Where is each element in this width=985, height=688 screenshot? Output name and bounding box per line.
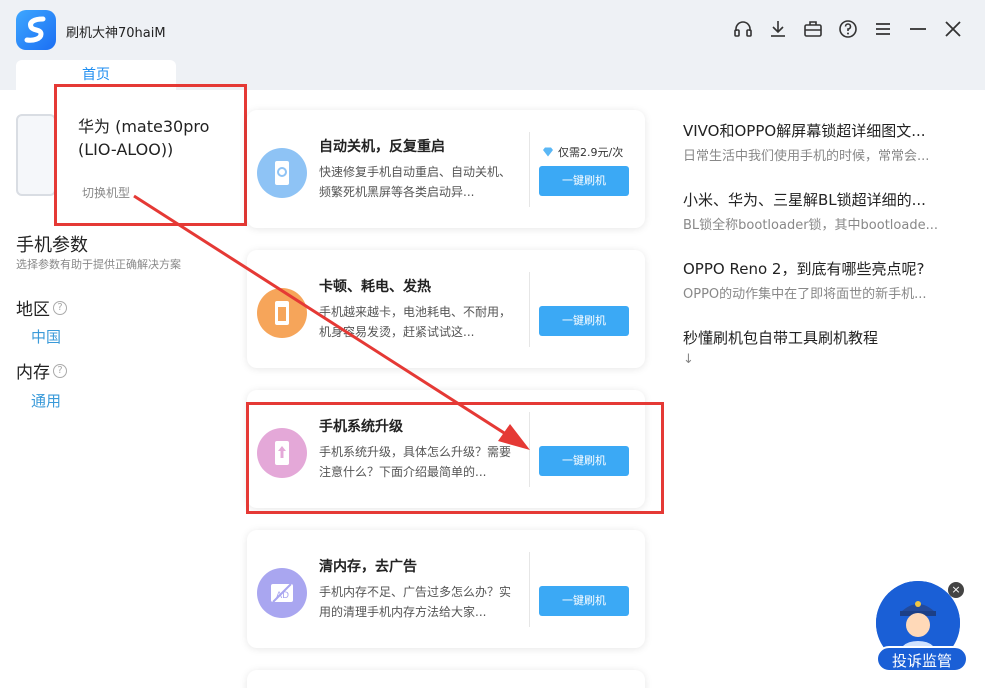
article-desc: 日常生活中我们使用手机的时候，常常会... [683,149,930,164]
device-highlight-box [54,84,247,226]
card-divider [529,272,530,347]
card-divider [529,552,530,627]
region-value[interactable]: 中国 [31,326,61,347]
card-desc: 手机越来越卡，电池耗电、不耐用，机身容易发烫，赶紧试试这... [319,305,512,339]
phone-image [16,114,56,196]
article-title[interactable]: 秒懂刷机包自带工具刷机教程 [683,327,963,348]
minimize-icon[interactable] [907,18,928,40]
solution-card-partial [247,670,645,688]
help-icon[interactable] [837,18,858,40]
flash-button[interactable]: 一键刷机 [539,166,629,196]
article-desc: OPPO的动作集中在了即将面世的新手机... [683,287,927,302]
article-desc: BL锁全称bootloader锁，其中bootloade... [683,218,938,233]
complaint-label[interactable]: 投诉监管 [876,646,968,672]
card-title: 自动关机，反复重启 [319,139,445,155]
close-icon[interactable] [942,18,963,40]
price-label: 仅需2.9元/次 [542,144,623,160]
solution-card-restart: 自动关机，反复重启 快速修复手机自动重启、自动关机、频繁死机黑屏等各类启动异..… [247,110,645,228]
no-ad-icon: AD [257,568,307,618]
diamond-icon [543,147,553,157]
window-controls [732,18,963,40]
phone-restart-icon [257,148,307,198]
region-label: 地区 ? [16,295,67,320]
app-title: 刷机大神70haiM [66,26,166,41]
title-bar: 刷机大神70haiM 首页 [0,0,985,90]
article-item[interactable]: 小米、华为、三星解BL锁超详细的... BL锁全称bootloader锁，其中b… [683,189,963,233]
flash-button[interactable]: 一键刷机 [539,586,629,616]
region-help-icon[interactable]: ? [53,300,67,315]
article-title[interactable]: VIVO和OPPO解屏幕锁超详细图文... [683,120,963,141]
card-desc: 快速修复手机自动重启、自动关机、频繁死机黑屏等各类启动异... [319,165,512,199]
memory-label: 内存 ? [16,358,67,383]
toolbox-icon[interactable] [802,18,823,40]
article-item[interactable]: OPPO Reno 2，到底有哪些亮点呢? OPPO的动作集中在了即将面世的新手… [683,258,963,302]
headset-icon[interactable] [732,18,753,40]
card-divider [529,132,530,207]
article-item[interactable]: VIVO和OPPO解屏幕锁超详细图文... 日常生活中我们使用手机的时候，常常会… [683,120,963,164]
complaint-close-icon[interactable]: × [948,582,964,598]
article-title[interactable]: OPPO Reno 2，到底有哪些亮点呢? [683,258,963,279]
article-item[interactable]: 秒懂刷机包自带工具刷机教程 ↓ [683,327,963,367]
upgrade-highlight-box [246,402,664,514]
card-title: 卡顿、耗电、发热 [319,279,431,295]
memory-help-icon[interactable]: ? [53,363,67,378]
solution-card-lag: 卡顿、耗电、发热 手机越来越卡，电池耗电、不耐用，机身容易发烫，赶紧试试这...… [247,250,645,368]
card-title: 清内存，去广告 [319,559,417,575]
app-logo [16,10,56,50]
article-desc: ↓ [683,352,694,367]
params-subtitle: 选择参数有助于提供正确解决方案 [16,258,181,271]
solution-card-clean: AD 清内存，去广告 手机内存不足、广告过多怎么办？实用的清理手机内存方法给大家… [247,530,645,648]
flash-button[interactable]: 一键刷机 [539,306,629,336]
menu-icon[interactable] [872,18,893,40]
battery-phone-icon [257,288,307,338]
params-title: 手机参数 [16,235,88,256]
article-title[interactable]: 小米、华为、三星解BL锁超详细的... [683,189,963,210]
card-desc: 手机内存不足、广告过多怎么办？实用的清理手机内存方法给大家... [319,585,512,619]
download-icon[interactable] [767,18,788,40]
memory-value[interactable]: 通用 [31,390,61,411]
